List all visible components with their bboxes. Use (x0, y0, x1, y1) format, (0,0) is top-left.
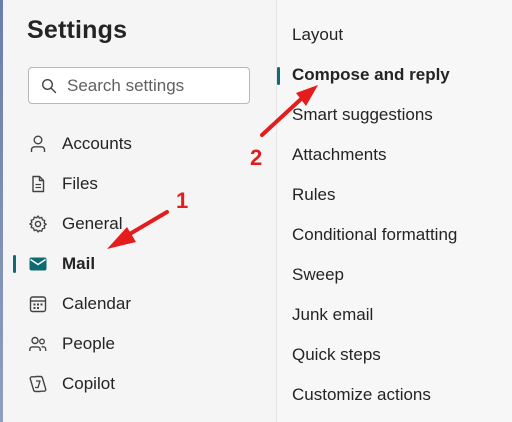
mail-icon (28, 254, 48, 274)
mail-settings-pane: Layout Compose and reply Smart suggestio… (277, 0, 512, 422)
nav-item-label: Calendar (62, 294, 131, 313)
nav-item-people[interactable]: People (3, 324, 276, 364)
nav-item-mail[interactable]: Mail (3, 244, 276, 284)
nav-item-label: Files (62, 174, 98, 193)
subnav-item-label: Junk email (292, 305, 374, 324)
copilot-icon (28, 374, 48, 394)
person-icon (28, 134, 48, 154)
subnav-item-label: Layout (292, 25, 344, 44)
subnav-item-label: Compose and reply (292, 65, 450, 84)
subnav-item-junk-email[interactable]: Junk email (277, 296, 512, 336)
nav-item-calendar[interactable]: Calendar (3, 284, 276, 324)
subnav-item-conditional-formatting[interactable]: Conditional formatting (277, 216, 512, 256)
file-icon (28, 174, 48, 194)
search-box[interactable] (28, 67, 250, 104)
subnav-item-label: Rules (292, 185, 336, 204)
subnav-item-label: Sweep (292, 265, 344, 284)
subnav-item-quick-steps[interactable]: Quick steps (277, 336, 512, 376)
selected-indicator (13, 255, 16, 273)
nav-item-files[interactable]: Files (3, 164, 276, 204)
subnav-item-label: Attachments (292, 145, 387, 164)
subnav-item-compose-and-reply[interactable]: Compose and reply (277, 56, 512, 96)
nav-item-label: Copilot (62, 374, 115, 393)
nav-item-general[interactable]: General (3, 204, 276, 244)
subnav-item-label: Smart suggestions (292, 105, 433, 124)
subnav-item-label: Conditional formatting (292, 225, 458, 244)
mail-settings-list: Layout Compose and reply Smart suggestio… (277, 16, 512, 416)
subnav-item-customize-actions[interactable]: Customize actions (277, 376, 512, 416)
settings-nav-pane: Settings Accounts Files General (3, 0, 276, 422)
nav-item-label: Accounts (62, 134, 132, 153)
subnav-item-attachments[interactable]: Attachments (277, 136, 512, 176)
calendar-icon (28, 294, 48, 314)
nav-item-accounts[interactable]: Accounts (3, 124, 276, 164)
subnav-item-smart-suggestions[interactable]: Smart suggestions (277, 96, 512, 136)
settings-nav-list: Accounts Files General Mail Calendar Peo… (3, 124, 276, 404)
subnav-item-layout[interactable]: Layout (277, 16, 512, 56)
subnav-item-label: Quick steps (292, 345, 381, 364)
search-input[interactable] (65, 74, 249, 97)
people-icon (28, 334, 48, 354)
nav-item-label: People (62, 334, 115, 353)
nav-item-label: General (62, 214, 123, 233)
page-title: Settings (27, 16, 128, 44)
nav-item-label: Mail (62, 254, 96, 273)
nav-item-copilot[interactable]: Copilot (3, 364, 276, 404)
subnav-item-label: Customize actions (292, 385, 431, 404)
subnav-item-rules[interactable]: Rules (277, 176, 512, 216)
search-icon (41, 78, 57, 94)
subnav-item-sweep[interactable]: Sweep (277, 256, 512, 296)
gear-icon (28, 214, 48, 234)
